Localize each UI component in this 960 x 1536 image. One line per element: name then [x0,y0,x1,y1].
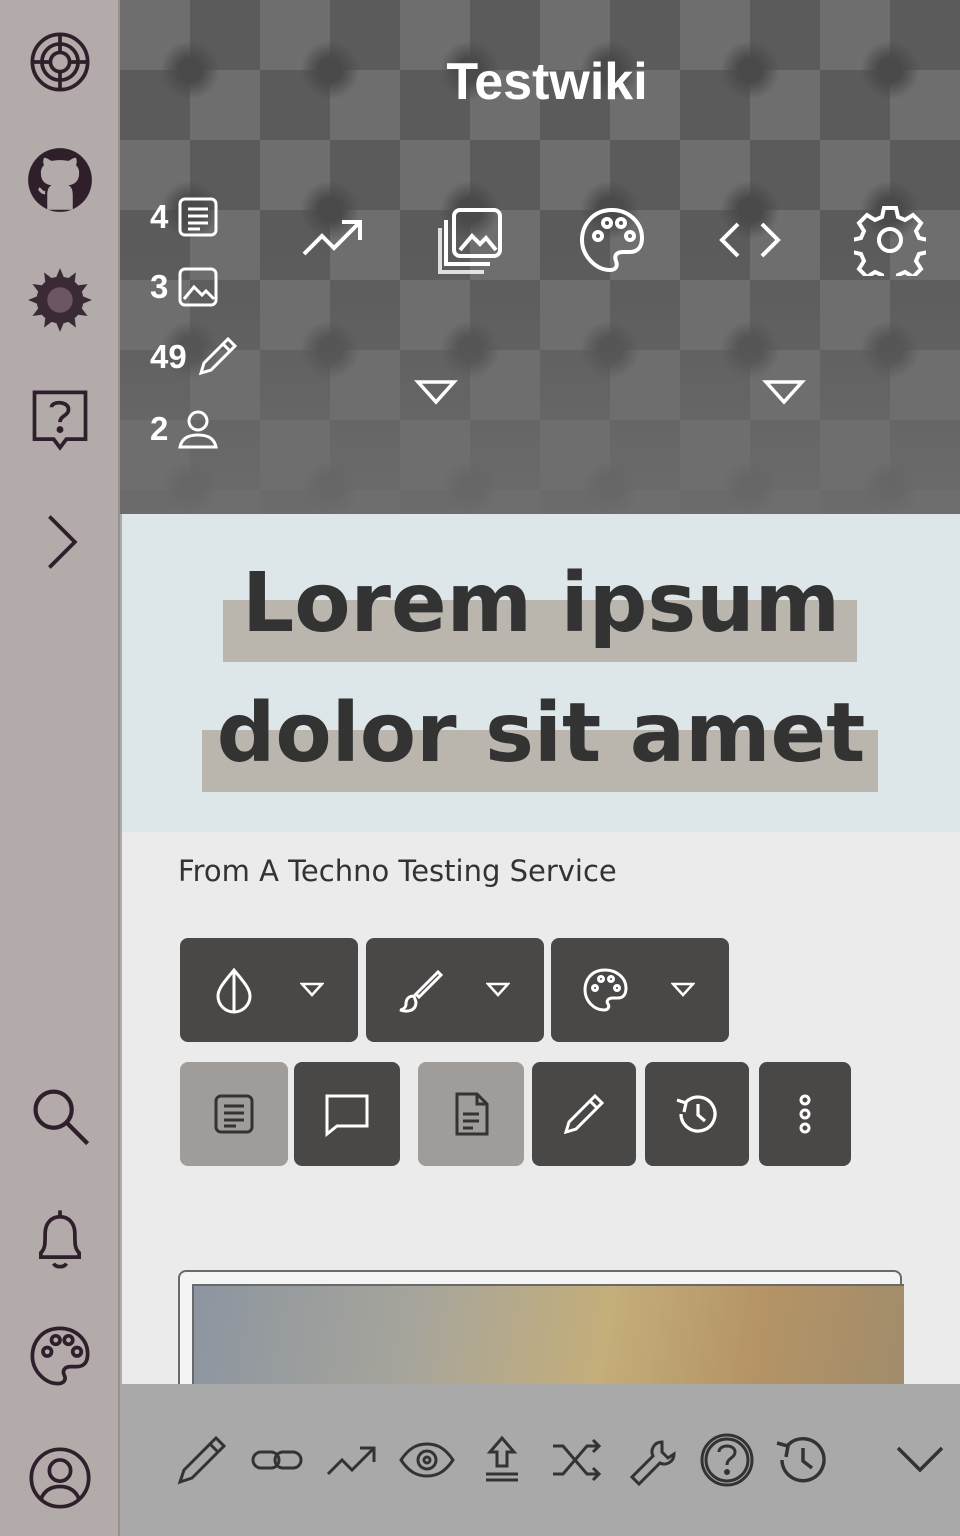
github-icon[interactable] [22,142,98,218]
upload-icon[interactable] [472,1430,532,1490]
caret-down-icon [300,982,324,997]
read-tab[interactable] [418,1062,524,1166]
lifebuoy-icon[interactable] [22,24,98,100]
history-tab[interactable] [645,1062,749,1166]
link-icon[interactable] [247,1430,307,1490]
search-icon[interactable] [22,1078,98,1154]
main-content: Lorem ipsum dolor sit amet From A Techno… [122,514,960,1536]
stat-images-count: 3 [150,268,169,305]
stat-edits[interactable]: 49 [150,332,239,382]
page-title-line-2: dolor sit amet [216,686,866,781]
brush-icon [399,969,444,1013]
page-title-line-1: Lorem ipsum [241,556,841,651]
chevron-down-icon[interactable] [890,1430,950,1490]
user-icon [178,410,219,449]
stat-images[interactable]: 3 [150,262,220,312]
sunflower-icon[interactable] [22,262,98,338]
wrench-icon[interactable] [622,1430,682,1490]
help-icon[interactable] [697,1430,757,1490]
images-icon[interactable] [436,204,508,276]
stat-edits-count: 49 [150,338,187,375]
site-header: Testwiki 4 3 49 2 [120,0,960,514]
trending-icon[interactable] [322,1430,382,1490]
bell-icon[interactable] [22,1200,98,1276]
bottom-toolbar [120,1384,960,1536]
page-subtitle: From A Techno Testing Service [178,854,617,888]
brush-menu-button[interactable] [366,938,544,1042]
palette-icon[interactable] [22,1318,98,1394]
contrast-icon [216,967,252,1014]
contrast-menu-button[interactable] [180,938,358,1042]
palette-icon [583,968,628,1012]
discussion-tab[interactable] [294,1062,400,1166]
edit-tab[interactable] [532,1062,636,1166]
stat-users[interactable]: 2 [150,404,220,454]
history-icon[interactable] [772,1430,832,1490]
gear-icon[interactable] [850,204,930,286]
pencil-icon [198,336,237,376]
help-bubble-icon[interactable] [22,382,98,458]
stat-pages[interactable]: 4 [150,192,220,242]
document-icon [455,1092,489,1136]
stat-pages-count: 4 [150,198,169,235]
code-icon[interactable] [714,204,786,276]
pencil-icon [563,1093,605,1135]
images-dropdown-caret[interactable] [414,376,458,408]
chevron-right-icon[interactable] [22,504,98,580]
article-icon [178,197,218,237]
caret-down-icon [486,982,510,997]
palette-menu-button[interactable] [551,938,729,1042]
trending-icon[interactable] [298,204,370,276]
pencil-icon[interactable] [172,1430,232,1490]
history-icon [676,1095,717,1133]
page-title-block: Lorem ipsum dolor sit amet [122,514,960,832]
article-icon [214,1094,254,1134]
shuffle-icon[interactable] [547,1430,607,1490]
code-dropdown-caret[interactable] [762,376,806,408]
sidebar [0,0,120,1536]
more-vertical-icon [799,1094,811,1134]
stat-users-count: 2 [150,410,169,447]
user-circle-icon[interactable] [22,1440,98,1516]
comment-icon [325,1094,369,1138]
eye-icon[interactable] [397,1430,457,1490]
caret-down-icon [671,982,695,997]
more-actions-button[interactable] [759,1062,851,1166]
article-tab[interactable] [180,1062,288,1166]
palette-icon[interactable] [576,204,648,276]
image-icon [178,267,218,307]
site-title[interactable]: Testwiki [120,52,960,112]
